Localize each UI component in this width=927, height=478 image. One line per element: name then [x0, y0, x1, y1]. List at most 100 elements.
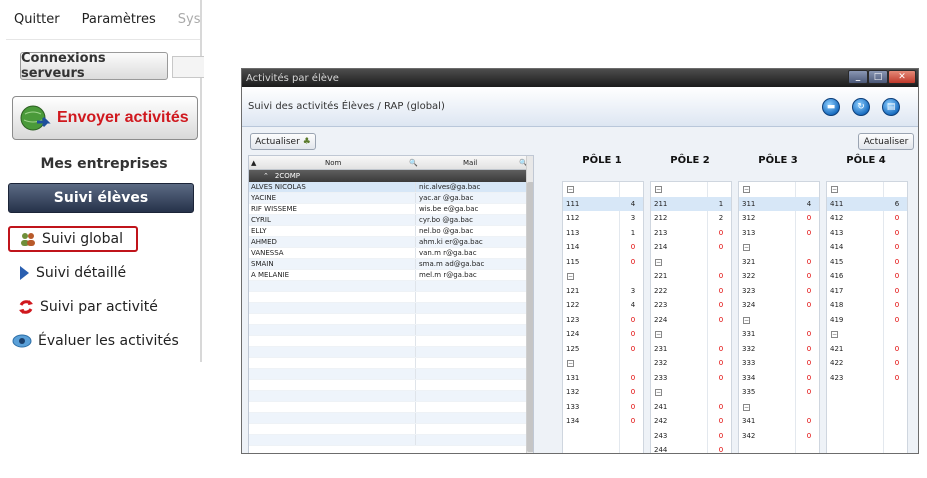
table-row[interactable] [249, 314, 533, 325]
col-mail-header[interactable]: Mail [463, 159, 477, 167]
menu-settings[interactable]: Paramètres [82, 12, 156, 27]
window-titlebar[interactable]: Activités par élève _ □ ✕ [242, 69, 918, 87]
competency-row[interactable]: 332 0 [739, 342, 819, 357]
collapse-icon[interactable]: − [567, 273, 574, 280]
competency-row[interactable]: 125 0 [563, 342, 643, 357]
nav-activity-tracking[interactable]: Suivi par activité [18, 294, 158, 320]
competency-row[interactable]: 333 0 [739, 356, 819, 371]
collapse-icon[interactable]: − [831, 331, 838, 338]
competency-row[interactable]: 114 0 [563, 240, 643, 255]
table-row[interactable] [249, 303, 533, 314]
send-activities-button[interactable]: Envoyer activités [12, 96, 198, 140]
competency-row[interactable]: 419 0 [827, 313, 907, 328]
collapse-group-row[interactable]: − [563, 356, 643, 371]
competency-row[interactable]: 132 0 [563, 385, 643, 400]
table-row[interactable]: AHMED ahm.ki er@ga.bac [249, 237, 533, 248]
table-row[interactable]: A MELANIE mel.m r@ga.bac [249, 270, 533, 281]
table-row[interactable] [249, 369, 533, 380]
minimize-icon[interactable]: _ [848, 70, 868, 84]
refresh-left-button[interactable]: Actualiser ♣ [250, 133, 316, 150]
collapse-group-row[interactable]: − [563, 269, 643, 284]
competency-row[interactable]: 133 0 [563, 400, 643, 415]
competency-row[interactable]: 211 1 [651, 196, 731, 211]
competency-row[interactable]: 322 0 [739, 269, 819, 284]
table-row[interactable] [249, 391, 533, 402]
competency-row[interactable]: 331 0 [739, 327, 819, 342]
nav-global-tracking[interactable]: Suivi global [8, 226, 138, 252]
search-icon[interactable]: 🔍 [409, 159, 418, 167]
collapse-icon[interactable]: − [743, 316, 750, 324]
collapse-icon[interactable]: − [743, 244, 750, 251]
collapse-icon[interactable]: − [655, 258, 662, 266]
collapse-icon[interactable]: − [655, 331, 662, 338]
refresh-right-button[interactable]: Actualiser [858, 133, 914, 150]
competency-row[interactable]: 221 0 [651, 269, 731, 284]
competency-row[interactable]: 121 3 [563, 284, 643, 299]
collapse-icon[interactable]: − [567, 360, 574, 367]
competency-row[interactable]: 421 0 [827, 342, 907, 357]
competency-row[interactable]: 242 0 [651, 414, 731, 429]
table-row[interactable] [249, 325, 533, 336]
collapse-icon[interactable]: − [655, 186, 662, 193]
table-row[interactable] [249, 292, 533, 303]
competency-row[interactable]: 222 0 [651, 284, 731, 299]
collapse-group-row[interactable]: − [563, 182, 643, 197]
refresh-icon[interactable]: ↻ [852, 98, 870, 116]
competency-row[interactable]: 423 0 [827, 371, 907, 386]
table-row[interactable] [249, 336, 533, 347]
table-row[interactable] [249, 413, 533, 424]
competency-row[interactable]: 342 0 [739, 429, 819, 444]
print-icon[interactable]: ▤ [882, 98, 900, 116]
competency-row[interactable]: 111 4 [563, 196, 643, 211]
vertical-scrollbar[interactable] [526, 156, 533, 453]
competency-row[interactable]: 115 0 [563, 255, 643, 270]
competency-row[interactable]: 313 0 [739, 226, 819, 241]
table-row[interactable]: ELLY nel.bo @ga.bac [249, 226, 533, 237]
competency-row[interactable]: 123 0 [563, 313, 643, 328]
collapse-icon[interactable]: − [567, 186, 574, 193]
competency-row[interactable]: 232 0 [651, 356, 731, 371]
collapse-group-row[interactable]: − [651, 182, 731, 197]
scroll-thumb[interactable] [527, 182, 533, 452]
group-row[interactable]: ⌃ 2COMP [249, 170, 533, 182]
competency-row[interactable]: 112 3 [563, 211, 643, 226]
collapse-icon[interactable]: ⌃ [263, 172, 269, 180]
competency-row[interactable]: 312 0 [739, 211, 819, 226]
table-row[interactable] [249, 281, 533, 292]
table-row[interactable] [249, 380, 533, 391]
competency-row[interactable]: 411 6 [827, 196, 907, 211]
competency-row[interactable]: 323 0 [739, 284, 819, 299]
competency-row[interactable]: 212 2 [651, 211, 731, 226]
collapse-group-row[interactable]: − [739, 313, 819, 328]
competency-row[interactable]: 233 0 [651, 371, 731, 386]
competency-row[interactable]: 131 0 [563, 371, 643, 386]
table-row[interactable]: SMAIN sma.m ad@ga.bac [249, 259, 533, 270]
collapse-group-row[interactable]: − [827, 182, 907, 197]
student-tracking-header[interactable]: Suivi élèves [8, 183, 194, 213]
collapse-group-row[interactable]: − [651, 327, 731, 342]
collapse-icon[interactable]: − [655, 389, 662, 396]
collapse-group-row[interactable]: − [651, 255, 731, 270]
competency-row[interactable]: 418 0 [827, 298, 907, 313]
nav-detailed-tracking[interactable]: Suivi détaillé [18, 260, 126, 286]
competency-row[interactable]: 231 0 [651, 342, 731, 357]
save-icon[interactable]: ▬ [822, 98, 840, 116]
table-row[interactable] [249, 424, 533, 435]
competency-row[interactable]: 113 1 [563, 226, 643, 241]
competency-row[interactable]: 324 0 [739, 298, 819, 313]
competency-row[interactable]: 214 0 [651, 240, 731, 255]
table-row[interactable] [249, 358, 533, 369]
competency-row[interactable]: 412 0 [827, 211, 907, 226]
competency-row[interactable]: 321 0 [739, 255, 819, 270]
connect-servers-button[interactable]: Connexions serveurs [20, 51, 168, 81]
competency-row[interactable]: 422 0 [827, 356, 907, 371]
table-row[interactable]: CYRIL cyr.bo @ga.bac [249, 215, 533, 226]
competency-row[interactable]: 213 0 [651, 226, 731, 241]
collapse-group-row[interactable]: − [739, 182, 819, 197]
competency-row[interactable]: 417 0 [827, 284, 907, 299]
collapse-group-row[interactable]: − [827, 327, 907, 342]
competency-row[interactable]: 244 0 [651, 443, 731, 453]
table-row[interactable]: YACINE yac.ar @ga.bac [249, 193, 533, 204]
table-row[interactable]: VANESSA van.m r@ga.bac [249, 248, 533, 259]
table-row[interactable]: RIF WISSEME wis.be e@ga.bac [249, 204, 533, 215]
